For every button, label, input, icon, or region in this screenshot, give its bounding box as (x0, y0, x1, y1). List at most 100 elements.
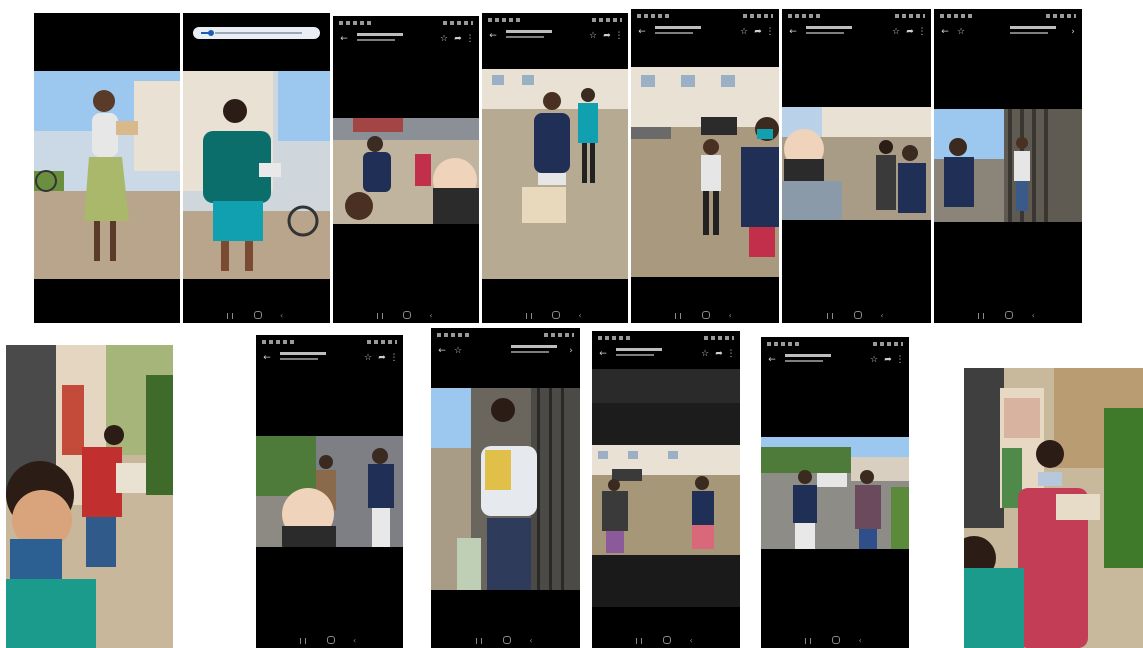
more-icon[interactable]: ⋮ (765, 27, 775, 37)
volume-slider[interactable] (193, 27, 320, 39)
star-icon[interactable]: ☆ (700, 349, 710, 359)
more-icon[interactable]: › (566, 346, 576, 356)
backnav-icon[interactable]: ‹ (1032, 312, 1040, 320)
backnav-icon[interactable]: ‹ (353, 637, 361, 645)
recents-icon[interactable] (525, 313, 532, 319)
share-icon[interactable]: ➦ (602, 31, 612, 41)
star-icon[interactable]: ☆ (869, 355, 879, 365)
more-icon[interactable]: ⋮ (389, 353, 399, 363)
android-nav-bar: ‹ (333, 307, 479, 323)
home-icon[interactable] (1005, 311, 1014, 319)
viewer-header: ← ☆ ➦ ⋮ (782, 23, 931, 45)
photo-content (631, 67, 779, 277)
photo-content (934, 109, 1082, 222)
viewer-header: ← ☆ ➦ ⋮ (482, 27, 628, 49)
share-icon[interactable]: ➦ (753, 27, 763, 37)
photo-13 (964, 368, 1143, 648)
more-icon[interactable]: ⋮ (917, 27, 927, 37)
back-icon[interactable]: ← (437, 346, 447, 356)
backnav-icon[interactable]: ‹ (280, 312, 288, 320)
photo-screenshot-11: ← ☆ ➦ ⋮ ‹ (592, 331, 740, 648)
status-bar (598, 334, 734, 343)
volume-track (215, 32, 302, 34)
viewer-header: ← ☆ › (431, 342, 580, 364)
star-icon[interactable]: ☆ (739, 27, 749, 37)
home-icon[interactable] (326, 636, 335, 644)
subtitle-text (357, 39, 395, 41)
back-icon[interactable]: ← (339, 34, 349, 44)
android-nav-bar: ‹ (256, 632, 403, 648)
title-text (806, 26, 852, 29)
status-bar (339, 19, 473, 28)
backnav-icon[interactable]: ‹ (729, 312, 737, 320)
share-icon[interactable]: ➦ (714, 349, 724, 359)
star-icon[interactable]: ☆ (891, 27, 901, 37)
back-icon[interactable]: ← (598, 349, 608, 359)
photo-screenshot-12: ← ☆ ➦ ⋮ ‹ (761, 337, 909, 648)
viewer-header: ← ☆ ➦ ⋮ (761, 351, 909, 373)
share-icon[interactable]: ➦ (453, 34, 463, 44)
photo-screenshot-4: ← ☆ ➦ ⋮ ‹ (482, 13, 628, 323)
recents-icon[interactable] (826, 313, 833, 319)
recents-icon[interactable] (978, 313, 985, 319)
status-bar (262, 338, 397, 347)
backnav-icon[interactable]: ‹ (859, 637, 867, 645)
title-text (280, 352, 326, 355)
recents-icon[interactable] (376, 313, 383, 319)
back-icon[interactable]: ← (488, 31, 498, 41)
recents-icon[interactable] (675, 313, 682, 319)
back-icon[interactable]: ← (637, 27, 647, 37)
more-icon[interactable]: › (1068, 27, 1078, 37)
home-icon[interactable] (253, 311, 262, 319)
photo-content (482, 69, 628, 279)
star-icon[interactable]: ☆ (363, 353, 373, 363)
star-icon[interactable]: ☆ (453, 346, 463, 356)
back-icon[interactable]: ← (767, 355, 777, 365)
more-icon[interactable]: ⋮ (726, 349, 736, 359)
backnav-icon[interactable]: ‹ (529, 637, 537, 645)
share-icon[interactable]: ➦ (883, 355, 893, 365)
home-icon[interactable] (502, 636, 511, 644)
back-icon[interactable]: ← (788, 27, 798, 37)
photo-screenshot-2: ‹ (183, 13, 330, 323)
recents-icon[interactable] (475, 638, 482, 644)
share-icon[interactable]: ➦ (377, 353, 387, 363)
viewer-header: ← ☆ ➦ ⋮ (631, 23, 779, 45)
backnav-icon[interactable]: ‹ (880, 312, 888, 320)
star-icon[interactable]: ☆ (439, 34, 449, 44)
photo-content (183, 71, 330, 279)
home-icon[interactable] (853, 311, 862, 319)
home-icon[interactable] (663, 636, 672, 644)
recents-icon[interactable] (636, 638, 643, 644)
android-nav-bar: ‹ (631, 307, 779, 323)
share-icon[interactable]: ➦ (905, 27, 915, 37)
subtitle-text (806, 32, 844, 34)
status-bar (767, 340, 903, 349)
backnav-icon[interactable]: ‹ (690, 637, 698, 645)
back-icon[interactable]: ← (940, 27, 950, 37)
volume-knob[interactable] (208, 30, 214, 36)
more-icon[interactable]: ⋮ (465, 34, 475, 44)
subtitle-text (1010, 32, 1048, 34)
status-bar (437, 331, 574, 340)
recents-icon[interactable] (300, 638, 307, 644)
more-icon[interactable]: ⋮ (614, 31, 624, 41)
back-icon[interactable]: ← (262, 353, 272, 363)
home-icon[interactable] (403, 311, 412, 319)
more-icon[interactable]: ⋮ (895, 355, 905, 365)
home-icon[interactable] (832, 636, 841, 644)
subtitle-text (785, 360, 823, 362)
backnav-icon[interactable]: ‹ (429, 312, 437, 320)
title-text (511, 345, 557, 348)
title-text (506, 30, 552, 33)
subtitle-text (280, 358, 318, 360)
backnav-icon[interactable]: ‹ (578, 312, 586, 320)
recents-icon[interactable] (227, 313, 234, 319)
recents-icon[interactable] (805, 638, 812, 644)
home-icon[interactable] (552, 311, 561, 319)
android-nav-bar: ‹ (431, 632, 580, 648)
star-icon[interactable]: ☆ (956, 27, 966, 37)
star-icon[interactable]: ☆ (588, 31, 598, 41)
android-nav-bar: ‹ (592, 632, 740, 648)
home-icon[interactable] (702, 311, 711, 319)
